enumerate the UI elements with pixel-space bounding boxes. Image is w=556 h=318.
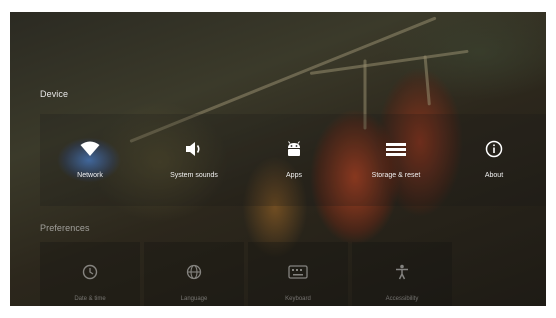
device-item-label: Storage & reset <box>371 172 421 179</box>
preference-item-language[interactable]: Language <box>144 242 244 306</box>
device-item-storage-reset[interactable]: Storage & reset <box>344 114 448 204</box>
globe-icon <box>186 264 202 280</box>
preference-item-keyboard[interactable]: Keyboard <box>248 242 348 306</box>
speaker-icon <box>184 140 204 158</box>
device-item-label: Network <box>77 172 103 179</box>
device-item-label: About <box>484 172 504 179</box>
preferences-section-title: Preferences <box>40 223 90 233</box>
device-item-apps[interactable]: Apps <box>242 114 346 204</box>
android-icon <box>285 140 303 158</box>
device-item-system-sounds[interactable]: System sounds <box>142 114 246 204</box>
device-item-network[interactable]: Network <box>38 114 142 204</box>
preference-item-label: Date & time <box>74 296 106 302</box>
wifi-icon <box>80 140 100 158</box>
accessibility-icon <box>394 264 410 280</box>
preference-item-accessibility[interactable]: Accessibility <box>352 242 452 306</box>
clock-icon <box>82 264 98 280</box>
preference-item-label: Language <box>180 296 208 302</box>
device-item-label: System sounds <box>170 172 218 179</box>
keyboard-icon <box>288 264 308 280</box>
background-branch <box>423 55 431 106</box>
device-item-label: Apps <box>286 172 302 179</box>
preference-item-date-time[interactable]: Date & time <box>40 242 140 306</box>
preference-item-label: Keyboard <box>285 296 311 302</box>
storage-icon <box>385 140 407 158</box>
info-icon <box>485 140 503 158</box>
preference-item-label: Accessibility <box>385 296 419 302</box>
tv-settings-screen: Device Network System sounds Apps Storag… <box>10 12 546 306</box>
device-section-title: Device <box>40 89 69 99</box>
background-branch <box>309 49 469 75</box>
device-item-about[interactable]: About <box>442 114 546 204</box>
